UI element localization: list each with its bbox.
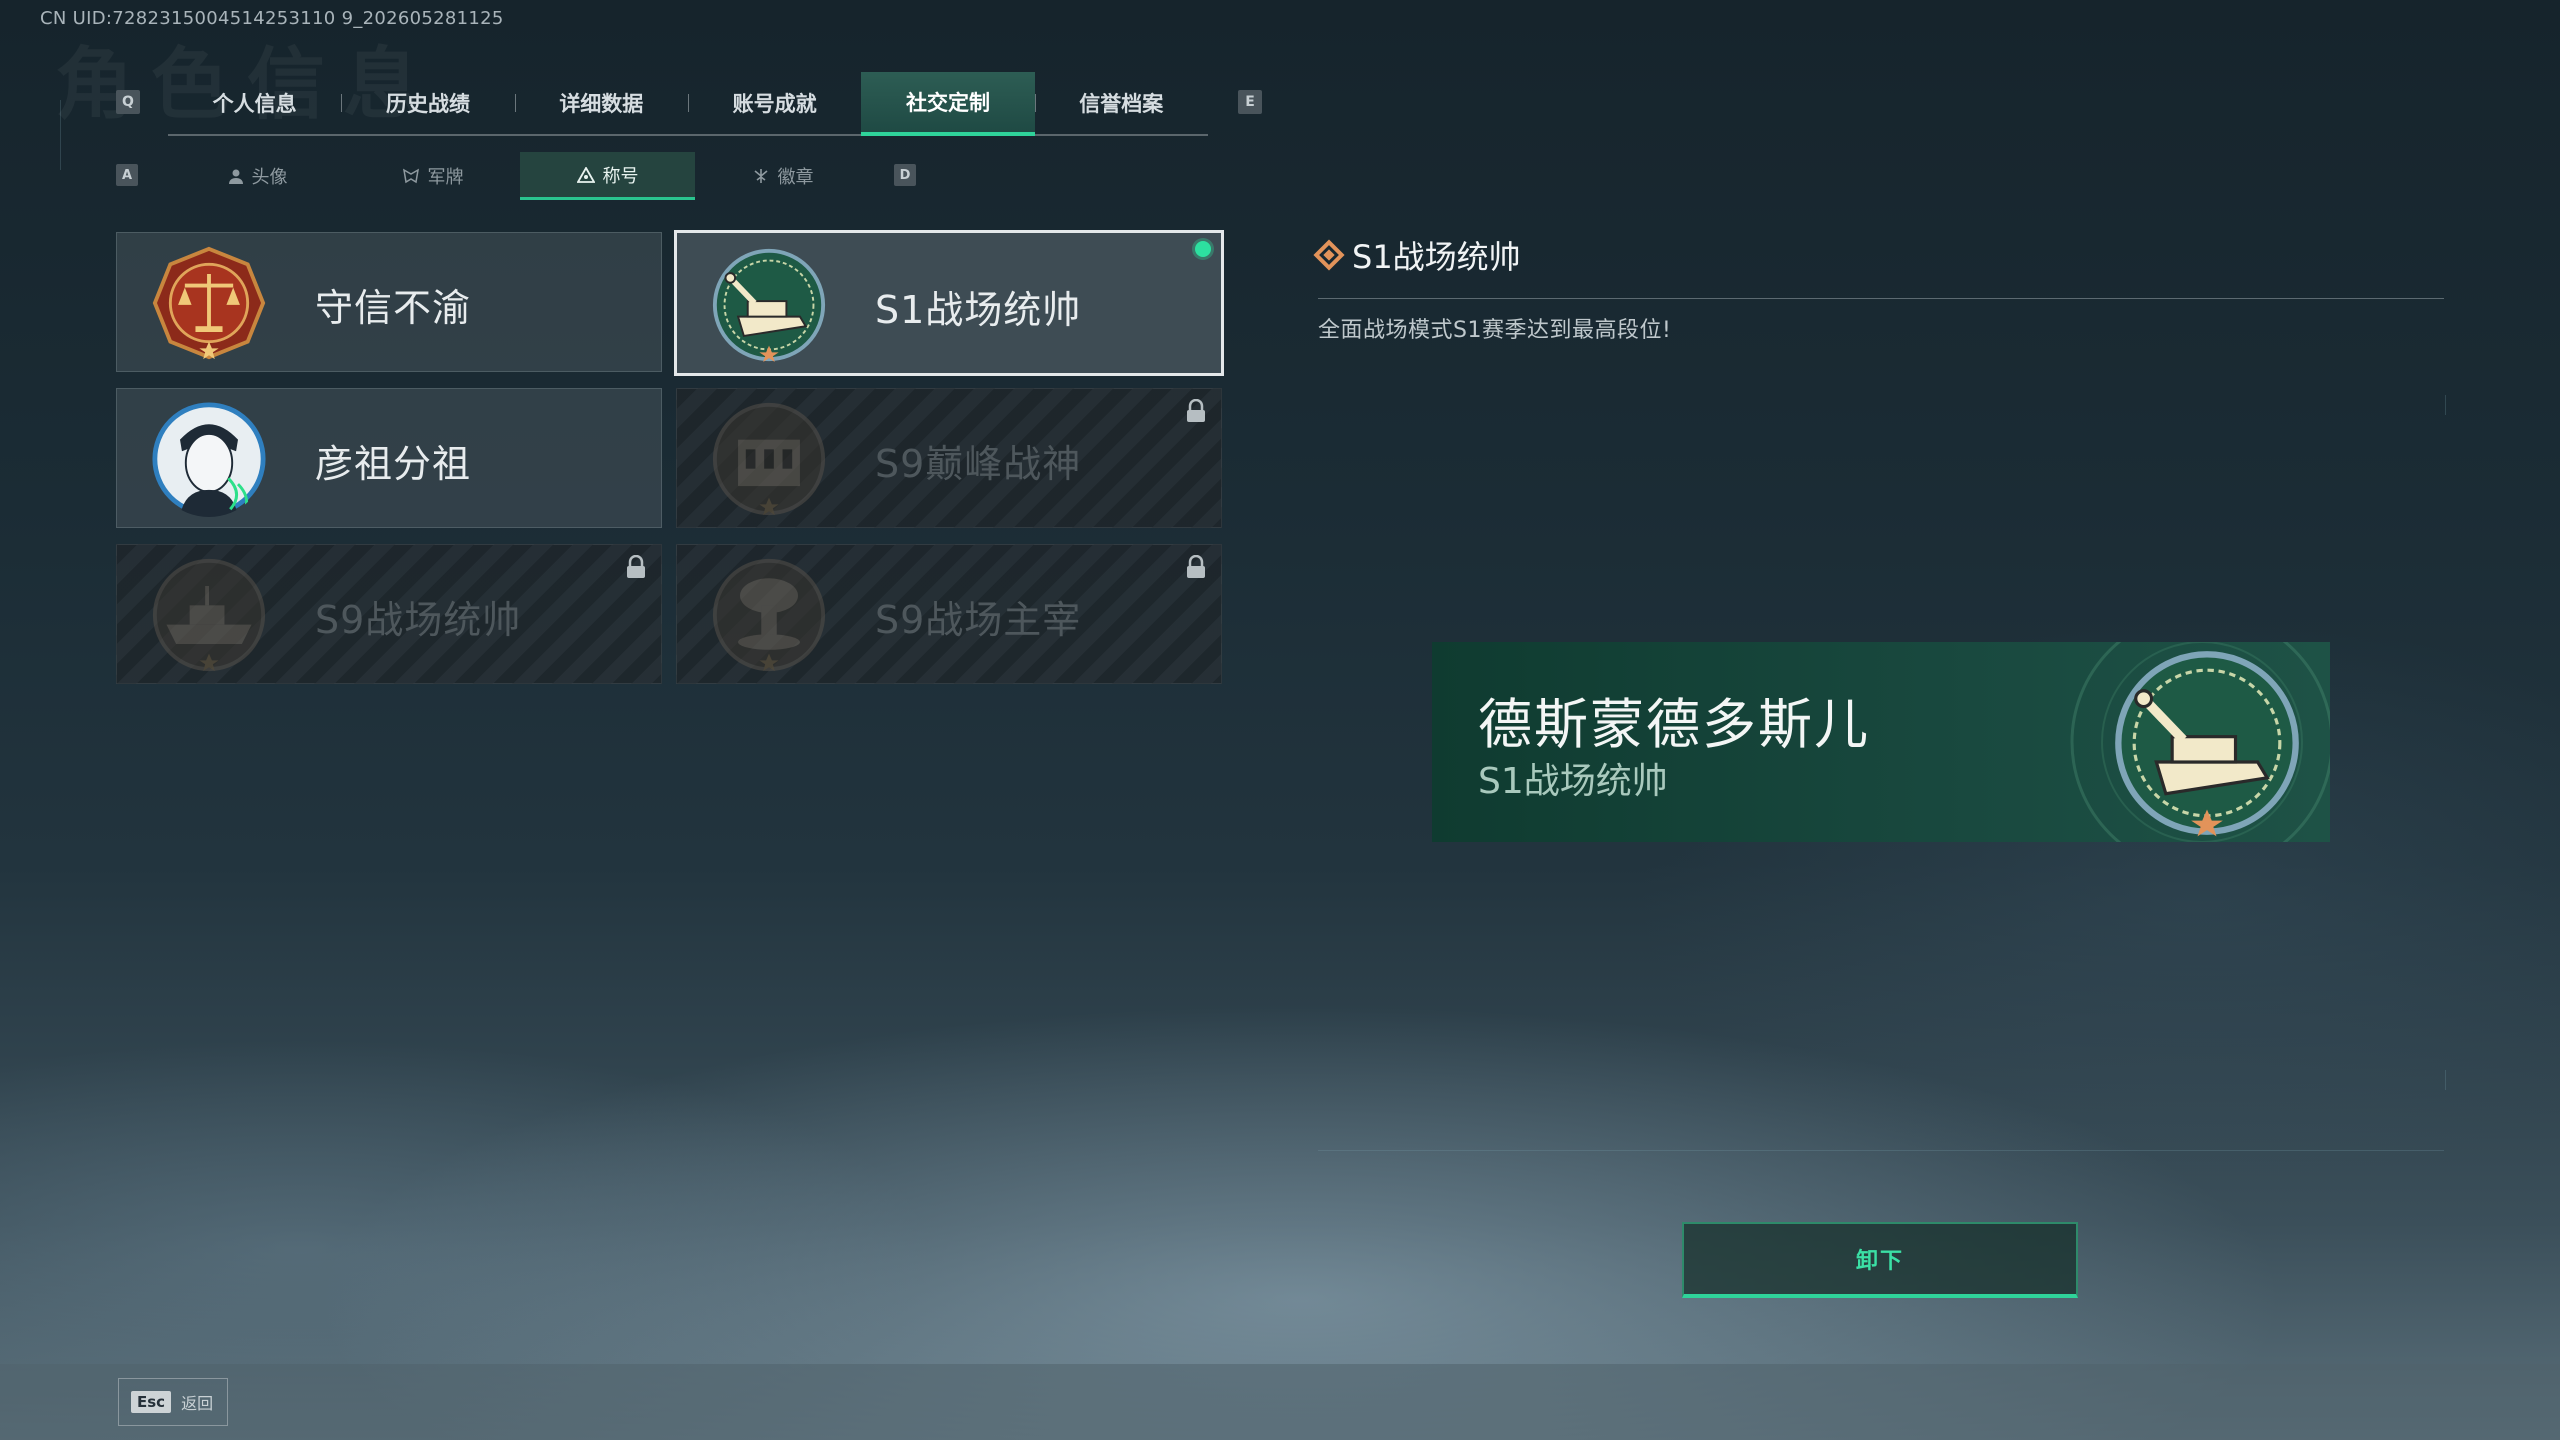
uid-label: CN UID:7282315004514253110 9_20260528112…	[40, 8, 504, 29]
detail-title-text: S1战场统帅	[1352, 238, 1521, 276]
tab-label: 个人信息	[212, 92, 297, 116]
title-name: S9巅峰战神	[875, 442, 1082, 486]
title-name: S9战场统帅	[315, 598, 522, 642]
decor-line	[2445, 395, 2446, 415]
next-subtab-key-hint[interactable]: D	[894, 164, 916, 186]
unequip-button[interactable]: 卸下	[1682, 1222, 2078, 1298]
back-button[interactable]: Esc 返回	[118, 1378, 228, 1426]
tab-detailed-data[interactable]: 详细数据	[514, 72, 688, 134]
battleship-emblem-icon	[152, 558, 266, 672]
mushroom-cloud-emblem-icon	[712, 558, 826, 672]
title-card-locked[interactable]: S9战场主宰	[676, 544, 1222, 684]
title-preview-banner: 德斯蒙德多斯儿 S1战场统帅	[1432, 642, 2330, 842]
detail-description: 全面战场模式S1赛季达到最高段位!	[1318, 318, 1672, 343]
tab-personal-info[interactable]: 个人信息	[168, 72, 341, 134]
esc-key-hint: Esc	[131, 1391, 172, 1413]
title-icon	[576, 166, 595, 183]
tab-label: 社交定制	[905, 91, 990, 115]
decor-line	[2445, 1070, 2446, 1090]
title-card[interactable]: 彦祖分祖	[116, 388, 662, 528]
tank-emblem-icon	[2115, 651, 2299, 837]
dogtag-icon	[402, 168, 419, 184]
lock-icon	[1187, 555, 1205, 578]
divider	[1318, 298, 2444, 299]
tab-label: 账号成就	[732, 92, 817, 116]
subtab-label: 称号	[602, 165, 639, 187]
tab-social-custom[interactable]: 社交定制	[861, 72, 1035, 136]
subtab-label: 军牌	[427, 167, 464, 188]
preview-title: S1战场统帅	[1478, 761, 1668, 802]
fortress-emblem-icon	[712, 402, 826, 516]
person-icon	[228, 169, 243, 184]
tab-achievements[interactable]: 账号成就	[687, 72, 861, 134]
diamond-icon	[1313, 239, 1345, 271]
subtab-title[interactable]: 称号	[520, 152, 695, 200]
tab-history[interactable]: 历史战绩	[341, 72, 514, 134]
preview-player-name: 德斯蒙德多斯儿	[1478, 693, 1870, 756]
back-label: 返回	[181, 1394, 214, 1413]
prev-subtab-key-hint[interactable]: A	[116, 164, 138, 186]
title-card-selected[interactable]: S1战场统帅	[674, 230, 1224, 376]
detail-title: S1战场统帅	[1313, 232, 1521, 278]
tank-emblem-icon	[712, 248, 826, 363]
equipped-indicator	[1195, 241, 1211, 257]
title-card-locked[interactable]: S9战场统帅	[116, 544, 662, 684]
subtab-label: 头像	[251, 167, 288, 188]
title-name: 彦祖分祖	[315, 442, 472, 486]
title-card[interactable]: 守信不渝	[116, 232, 662, 372]
subtab-dogtag[interactable]: 军牌	[345, 152, 520, 200]
next-tab-key-hint[interactable]: E	[1238, 90, 1262, 114]
lock-icon	[627, 555, 645, 578]
title-name: S1战场统帅	[875, 288, 1082, 332]
tab-label: 详细数据	[559, 92, 644, 116]
subtab-label: 徽章	[777, 167, 814, 188]
main-tabs: 个人信息 历史战绩 详细数据 账号成就 社交定制 信誉档案	[168, 72, 1208, 136]
title-card-locked[interactable]: S9巅峰战神	[676, 388, 1222, 528]
tab-reputation[interactable]: 信誉档案	[1034, 72, 1208, 134]
sub-tabs: 头像 军牌 称号 徽章	[170, 152, 870, 200]
subtab-badge[interactable]: 徽章	[695, 152, 870, 200]
title-name: S9战场主宰	[875, 598, 1082, 642]
decor-line	[1318, 1150, 2444, 1151]
portrait-emblem-icon	[152, 402, 266, 517]
prev-tab-key-hint[interactable]: Q	[116, 90, 140, 114]
title-name: 守信不渝	[315, 286, 472, 330]
lock-icon	[1187, 399, 1205, 422]
tab-label: 信誉档案	[1079, 92, 1164, 116]
scales-emblem-icon	[152, 246, 266, 360]
subtab-avatar[interactable]: 头像	[170, 152, 345, 200]
badge-icon	[753, 169, 768, 183]
bottom-bar	[0, 1364, 2560, 1440]
tab-label: 历史战绩	[385, 92, 470, 116]
